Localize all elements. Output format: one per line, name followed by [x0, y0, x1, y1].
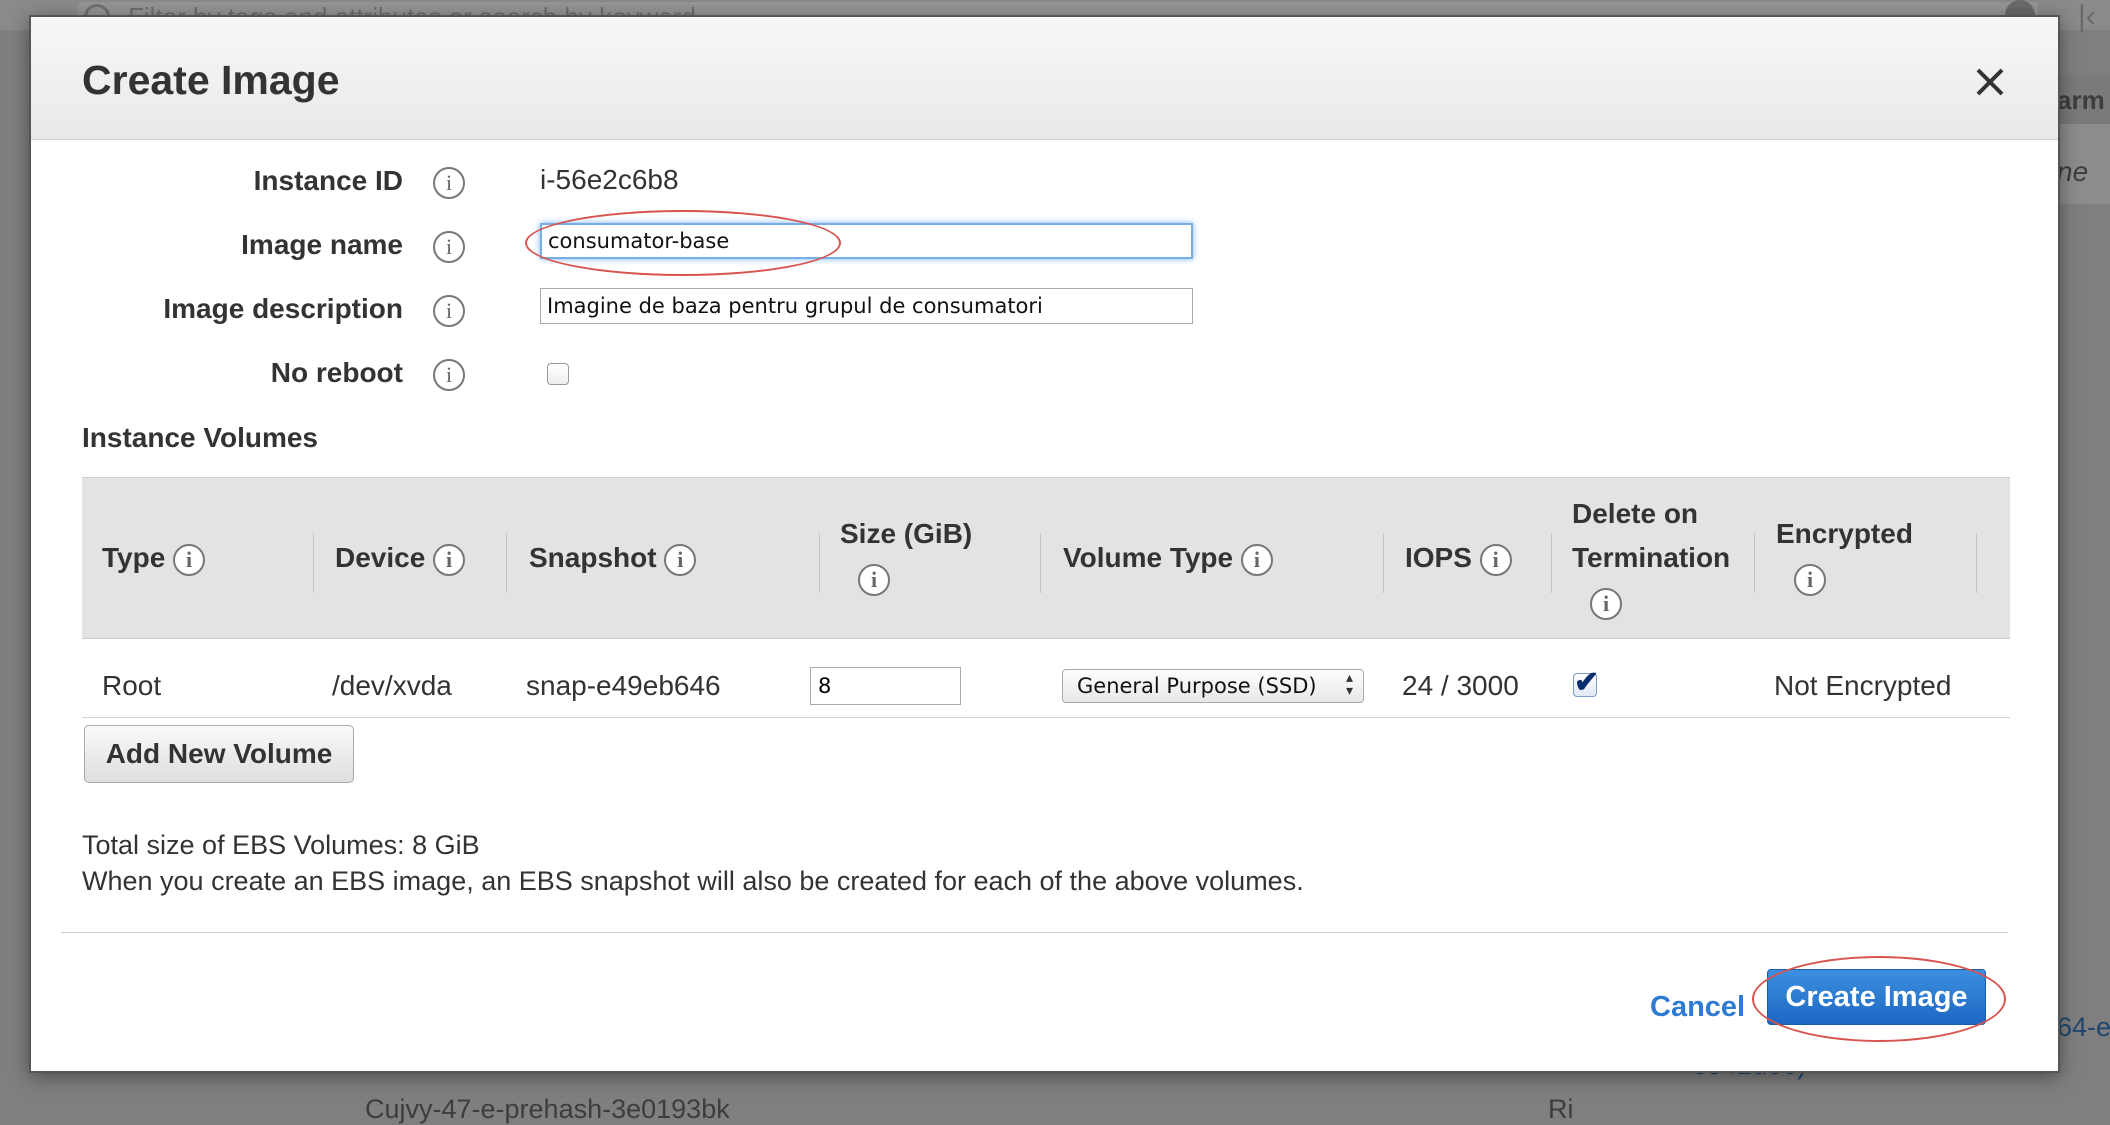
- info-icon[interactable]: i: [1794, 564, 1826, 596]
- cell-snapshot: snap-e49eb646: [526, 670, 721, 701]
- instance-id-label: Instance ID: [253, 165, 403, 196]
- volume-type-select[interactable]: General Purpose (SSD) ▴ ▾: [1062, 669, 1364, 703]
- column-header-snapshot: Snapshot i: [529, 536, 697, 580]
- info-icon[interactable]: i: [858, 564, 890, 596]
- footer-divider: [61, 932, 2008, 933]
- image-name-label: Image name: [241, 229, 403, 260]
- column-divider: [1040, 533, 1041, 593]
- column-header-device: Device i: [335, 536, 466, 580]
- image-description-input[interactable]: [540, 288, 1193, 324]
- column-divider: [506, 533, 507, 593]
- column-divider: [1976, 533, 1977, 593]
- create-image-dialog: Create Image Instance ID i i-56e2c6b8 Im…: [29, 15, 2060, 1073]
- background-text: Ri: [1548, 1094, 1574, 1124]
- snapshot-note: When you create an EBS image, an EBS sna…: [82, 866, 1304, 896]
- checkmark-icon: ✔: [1574, 666, 1600, 699]
- column-header-volume-type: Volume Type i: [1063, 536, 1273, 580]
- image-description-label: Image description: [163, 293, 403, 324]
- info-icon[interactable]: i: [433, 167, 465, 199]
- volume-type-selected: General Purpose (SSD): [1077, 674, 1317, 698]
- dialog-header: Create Image: [31, 17, 2058, 140]
- no-reboot-checkbox[interactable]: [547, 363, 569, 385]
- row-divider: [82, 717, 2010, 718]
- column-divider: [1383, 533, 1384, 593]
- add-new-volume-button[interactable]: Add New Volume: [84, 725, 354, 783]
- info-icon[interactable]: i: [433, 295, 465, 327]
- column-header-iops: IOPS i: [1405, 536, 1512, 580]
- highlight-annotation: [525, 210, 841, 276]
- cell-iops: 24 / 3000: [1402, 670, 1519, 701]
- info-icon[interactable]: i: [1479, 543, 1512, 576]
- column-divider: [1551, 533, 1552, 593]
- column-header-encrypted: Encrypted i: [1776, 512, 1913, 600]
- cancel-link[interactable]: Cancel: [1650, 991, 1745, 1024]
- instance-volumes-title: Instance Volumes: [82, 422, 319, 453]
- size-input[interactable]: [810, 667, 961, 705]
- info-icon[interactable]: i: [173, 543, 206, 576]
- background-link: 64-e: [2057, 1012, 2110, 1042]
- cell-device: /dev/xvda: [332, 670, 452, 701]
- info-icon[interactable]: i: [1240, 543, 1273, 576]
- background-column-header: arm S: [2057, 76, 2110, 124]
- background-row: ne: [2057, 124, 2110, 204]
- instance-id-value: i-56e2c6b8: [540, 164, 679, 195]
- info-icon[interactable]: i: [664, 543, 697, 576]
- column-header-size: Size (GiB) i: [840, 512, 972, 600]
- close-icon[interactable]: [1970, 63, 2010, 103]
- table-header: Type i Device i Snapshot i Size (GiB) i V…: [82, 477, 2010, 639]
- info-icon[interactable]: i: [433, 359, 465, 391]
- background-text: Cujvy-47-e-prehash-3e0193bk: [365, 1094, 730, 1124]
- column-divider: [819, 533, 820, 593]
- no-reboot-label: No reboot: [270, 357, 403, 388]
- column-divider: [1754, 533, 1755, 593]
- select-arrows-icon: ▴ ▾: [1345, 670, 1353, 699]
- column-divider: [313, 533, 314, 593]
- first-page-icon: |‹: [2078, 0, 2096, 33]
- cell-encrypted: Not Encrypted: [1774, 670, 1952, 701]
- dialog-title: Create Image: [82, 57, 340, 103]
- column-header-type: Type i: [102, 536, 206, 580]
- highlight-annotation: [1752, 956, 2006, 1042]
- cell-type: Root: [102, 670, 162, 701]
- info-icon[interactable]: i: [433, 231, 465, 263]
- info-icon[interactable]: i: [1590, 588, 1622, 620]
- total-size-note: Total size of EBS Volumes: 8 GiB: [82, 830, 480, 860]
- info-icon[interactable]: i: [433, 543, 466, 576]
- column-header-delete-on-termination: Delete on Termination i: [1572, 492, 1730, 624]
